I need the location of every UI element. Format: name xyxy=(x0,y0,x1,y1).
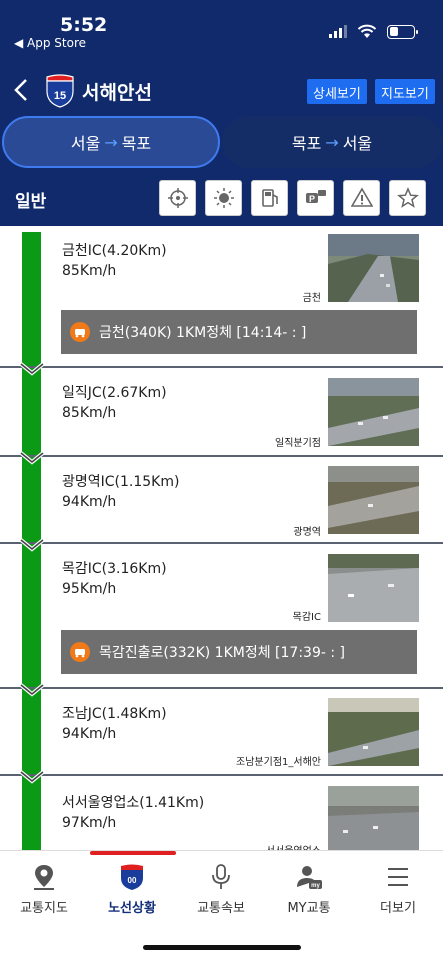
status-bar: 5:52 ◀ App Store xyxy=(0,0,443,60)
segment-speed: 85Km/h xyxy=(62,263,117,279)
nav-traffic-map[interactable]: 교통지도 xyxy=(0,863,88,916)
parking-filter-button[interactable]: P xyxy=(297,180,334,216)
segment-name: 서서울영업소(1.41Km) xyxy=(62,795,205,811)
direction-arrow: → xyxy=(325,132,339,152)
svg-text:my: my xyxy=(311,883,320,889)
segment-divider xyxy=(0,542,443,544)
cellular-signal-icon xyxy=(329,25,347,38)
microphone-icon xyxy=(212,864,230,889)
segment-speed: 97Km/h xyxy=(62,815,117,831)
app-header: 15 서해안선 상세보기 지도보기 xyxy=(0,68,443,114)
traffic-jam-icon xyxy=(70,642,90,662)
nav-my-traffic[interactable]: my MY교통 xyxy=(265,863,353,916)
segment-divider xyxy=(0,455,443,457)
traffic-jam-icon xyxy=(70,322,90,342)
menu-icon xyxy=(388,868,408,886)
route-shield-icon: 00 xyxy=(121,864,143,890)
filter-label: 일반 xyxy=(15,192,47,212)
segment-divider xyxy=(0,774,443,776)
tab-mokpo-to-seoul[interactable]: 목포 → 서울 xyxy=(222,116,442,168)
bottom-navigation: 교통지도 00 노선상황 교통속보 my MY교통 더보기 xyxy=(0,850,443,960)
cctv-label: 일직분기점 xyxy=(275,438,321,449)
nav-more[interactable]: 더보기 xyxy=(354,863,442,916)
route-shield-icon: 15 xyxy=(46,74,74,108)
detail-view-button[interactable]: 상세보기 xyxy=(307,79,367,104)
gas-station-filter-button[interactable] xyxy=(251,180,288,216)
direction-tabs: 서울 → 목포 목포 → 서울 xyxy=(0,114,443,170)
nav-traffic-news[interactable]: 교통속보 xyxy=(177,863,265,916)
warning-filter-button[interactable] xyxy=(343,180,380,216)
gas-station-icon xyxy=(261,189,278,207)
battery-icon xyxy=(387,24,418,39)
user-my-icon: my xyxy=(297,866,322,889)
parking-icon: P xyxy=(305,190,326,204)
nav-route-status[interactable]: 00 노선상황 xyxy=(88,863,176,916)
alert-text: 금천(340K) 1KM정체 [14:14- : ] xyxy=(99,325,307,341)
back-to-app-store[interactable]: ◀ App Store xyxy=(14,36,86,50)
home-indicator xyxy=(143,945,301,950)
cctv-thumbnail[interactable] xyxy=(328,554,419,622)
segment-speed: 95Km/h xyxy=(62,581,117,597)
cctv-thumbnail[interactable] xyxy=(328,234,419,302)
cctv-filter-button[interactable] xyxy=(159,180,196,216)
direction-arrow: → xyxy=(104,132,118,152)
cctv-label: 광명역 xyxy=(293,527,321,538)
route-number: 15 xyxy=(54,90,66,102)
map-view-button[interactable]: 지도보기 xyxy=(375,79,435,104)
segment-list[interactable]: 금천IC(4.20Km) 85Km/h 금천 금천(340K) 1KM정체 [1… xyxy=(0,226,443,850)
cctv-thumbnail[interactable] xyxy=(328,786,419,850)
segment-name: 금천IC(4.20Km) xyxy=(62,243,167,259)
segment-divider xyxy=(0,366,443,368)
chevron-down-icon xyxy=(19,362,45,376)
segment-name: 목감IC(3.16Km) xyxy=(62,561,167,577)
star-icon xyxy=(396,187,419,208)
status-time: 5:52 xyxy=(60,14,108,36)
tab-seoul-to-mokpo[interactable]: 서울 → 목포 xyxy=(2,116,220,168)
active-tab-indicator xyxy=(90,851,176,855)
chevron-down-icon xyxy=(19,683,45,697)
congestion-alert[interactable]: 목감진출로(332K) 1KM정체 [17:39- : ] xyxy=(61,630,417,674)
warning-icon xyxy=(350,187,373,207)
back-chevron-icon[interactable] xyxy=(10,76,34,104)
cctv-label: 서서울영업소 xyxy=(266,842,321,850)
segment-name: 일직JC(2.67Km) xyxy=(62,385,167,401)
cctv-label: 조남분기점1_서해안 xyxy=(236,757,321,768)
map-pin-icon xyxy=(34,865,54,890)
cctv-target-icon xyxy=(167,188,188,208)
favorite-filter-button[interactable] xyxy=(389,180,426,216)
chevron-down-icon xyxy=(19,451,45,465)
chevron-down-icon xyxy=(19,538,45,552)
filter-bar: 일반 P xyxy=(0,172,443,226)
weather-filter-button[interactable] xyxy=(205,180,242,216)
segment-divider xyxy=(0,687,443,689)
alert-text: 목감진출로(332K) 1KM정체 [17:39- : ] xyxy=(99,645,345,661)
chevron-down-icon xyxy=(19,770,45,784)
segment-speed: 94Km/h xyxy=(62,726,117,742)
route-title: 서해안선 xyxy=(82,82,152,104)
cctv-thumbnail[interactable] xyxy=(328,466,419,534)
cctv-label: 금천 xyxy=(302,293,321,304)
status-icons xyxy=(329,24,418,39)
segment-name: 광명역IC(1.15Km) xyxy=(62,474,180,490)
segment-speed: 85Km/h xyxy=(62,405,117,421)
wifi-icon xyxy=(357,24,377,38)
congestion-alert[interactable]: 금천(340K) 1KM정체 [14:14- : ] xyxy=(61,310,417,354)
weather-sun-icon xyxy=(213,188,234,208)
cctv-thumbnail[interactable] xyxy=(328,378,419,446)
segment-name: 조남JC(1.48Km) xyxy=(62,706,167,722)
cctv-label: 목감IC xyxy=(292,612,321,623)
segment-speed: 94Km/h xyxy=(62,494,117,510)
svg-text:P: P xyxy=(308,194,314,204)
cctv-thumbnail[interactable] xyxy=(328,698,419,766)
svg-text:00: 00 xyxy=(128,876,137,885)
